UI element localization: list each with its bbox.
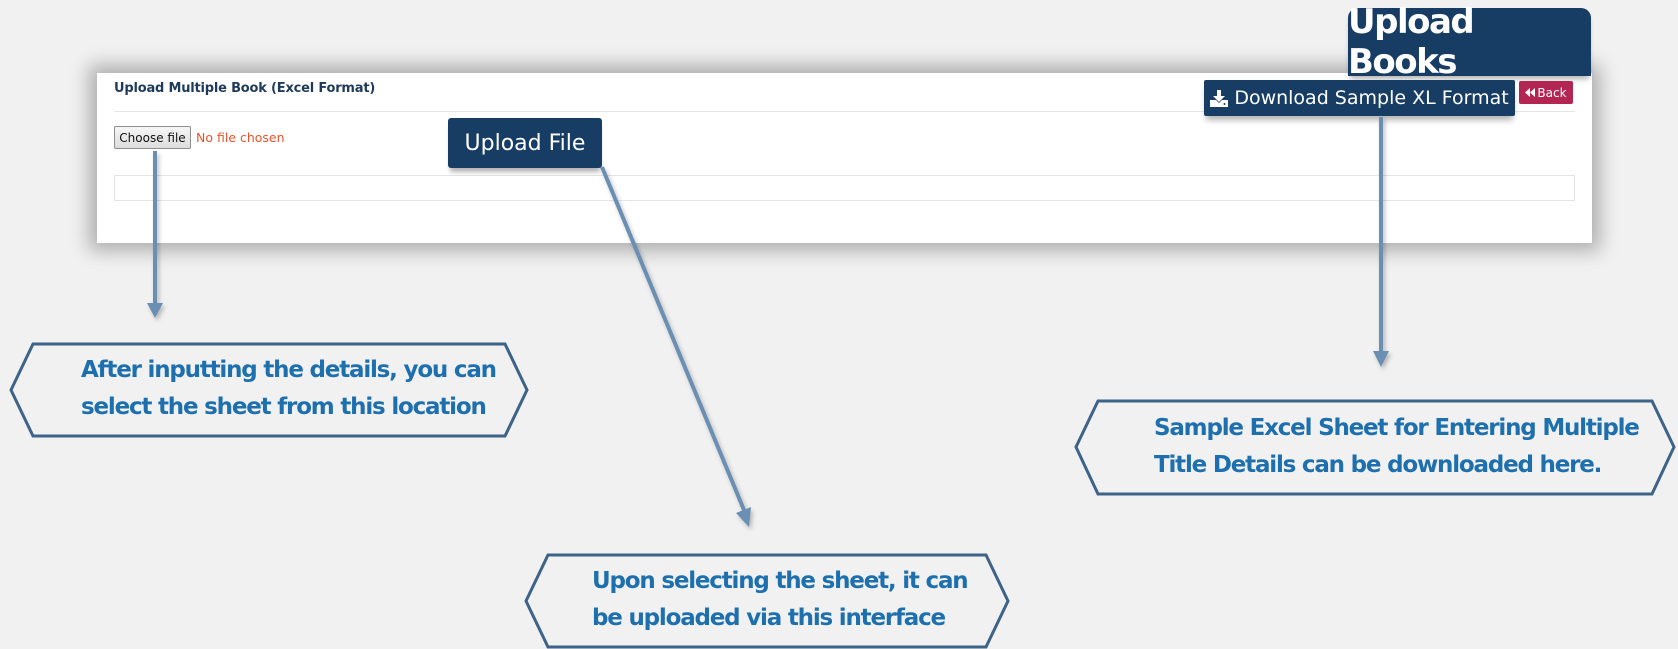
callout-text-line: Title Details can be downloaded here.	[1154, 452, 1602, 478]
callout-text-line: Upon selecting the sheet, it can	[592, 568, 969, 594]
callout-download-sample: Sample Excel Sheet for Entering Multiple…	[1074, 399, 1676, 496]
callout-text-line: select the sheet from this location	[81, 394, 487, 420]
callout-text-line: be uploaded via this interface	[592, 605, 946, 631]
card-title: Upload Multiple Book (Excel Format)	[114, 81, 376, 96]
callout-text-line: Sample Excel Sheet for Entering Multiple	[1154, 415, 1640, 441]
upload-file-button[interactable]: Upload File	[448, 118, 602, 168]
back-button-label: Back	[1537, 85, 1567, 100]
callout-upload-file: Upon selecting the sheet, it can be uplo…	[524, 553, 1010, 649]
download-sample-button[interactable]: Download Sample XL Format	[1204, 80, 1515, 116]
download-icon	[1210, 89, 1229, 107]
backward-icon	[1525, 86, 1536, 100]
page-heading: Upload Books	[1348, 2, 1591, 82]
choose-file-button[interactable]: Choose file	[114, 126, 191, 149]
back-button[interactable]: Back	[1519, 81, 1573, 104]
no-file-status: No file chosen	[196, 130, 285, 145]
callout-text-line: After inputting the details, you can	[81, 357, 497, 383]
upload-results-area	[114, 175, 1575, 201]
callout-choose-file: After inputting the details, you can sel…	[9, 342, 529, 438]
download-button-label: Download Sample XL Format	[1234, 87, 1509, 109]
